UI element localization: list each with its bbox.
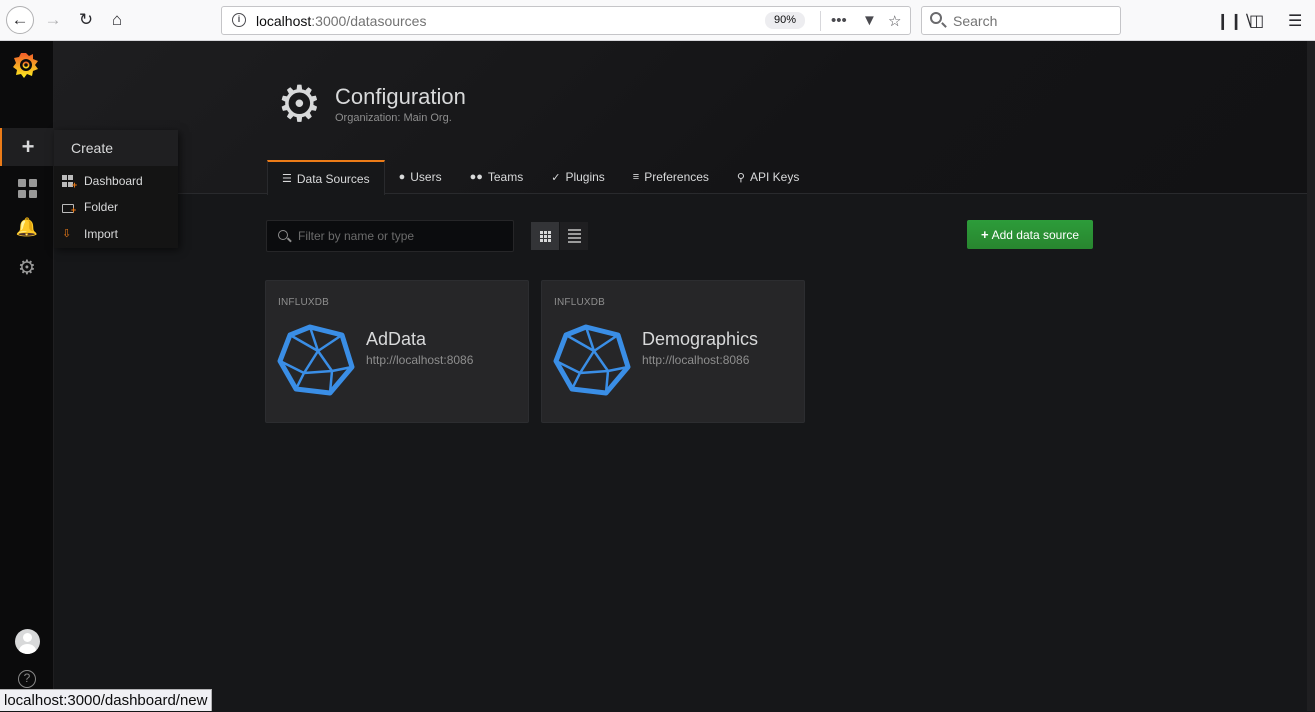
plug-icon: ✓ [551, 171, 561, 184]
list-view-button[interactable] [560, 222, 588, 250]
tab-preferences[interactable]: ≡ Preferences [619, 160, 723, 194]
datasource-name: AdData [366, 329, 427, 349]
hamburger-menu-icon[interactable]: ☰ [1288, 11, 1302, 31]
link-status-bar: localhost:3000/dashboard/new [0, 689, 213, 711]
sidebar-toggle-icon[interactable]: ◫ [1249, 11, 1264, 31]
library-icon[interactable]: ❙❙∖ [1216, 11, 1253, 31]
url-path: :3000/datasources [311, 13, 427, 29]
configuration-gear-icon: ⚙ [277, 76, 322, 132]
url-bar[interactable]: i localhost:3000/datasources 90% ••• ▼ ☆ [221, 6, 911, 35]
key-icon: ⚲ [736, 171, 745, 184]
avatar[interactable] [15, 629, 40, 654]
grid-icon [539, 230, 551, 242]
grid-view-button[interactable] [531, 222, 559, 250]
datasource-card[interactable]: INFLUXDB AdData http://localhost:8086 [265, 280, 529, 423]
tab-teams[interactable]: ●● Teams [456, 160, 538, 194]
gear-icon: ⚙ [18, 256, 36, 279]
users-icon: ●● [469, 171, 483, 183]
page-title: Configuration [335, 84, 466, 109]
bookmark-star-icon[interactable]: ☆ [888, 12, 901, 30]
search-icon [930, 12, 942, 24]
tab-bar: ☰ Data Sources ● Users ●● Teams ✓ Plugins ≡ P… [267, 160, 813, 195]
filter-input[interactable] [298, 222, 508, 250]
info-icon[interactable]: i [232, 13, 246, 27]
help-icon[interactable]: ? [18, 670, 36, 688]
create-dropdown-header: Create [54, 130, 178, 166]
datasource-url: http://localhost:8086 [366, 353, 474, 367]
datasource-name: Demographics [642, 329, 759, 349]
user-icon: ● [398, 171, 406, 183]
more-actions-icon[interactable]: ••• [831, 12, 847, 29]
pocket-icon[interactable]: ▼ [862, 12, 877, 29]
page-scrollbar[interactable] [1307, 41, 1315, 711]
search-placeholder: Search [953, 13, 998, 29]
database-icon: ☰ [282, 173, 292, 185]
tab-users[interactable]: ● Users [385, 160, 456, 194]
url-text[interactable]: localhost:3000/datasources [256, 13, 426, 29]
create-item-label: Folder [84, 200, 119, 214]
back-button[interactable]: ← [6, 6, 34, 34]
influxdb-logo-icon [553, 324, 631, 396]
browser-search[interactable]: Search [921, 6, 1121, 35]
datasource-type: INFLUXDB [278, 297, 330, 308]
tab-label: Preferences [644, 170, 709, 184]
plus-icon: + [21, 134, 35, 159]
create-dropdown: Create + Dashboard + Folder ⇩ Import [54, 130, 178, 248]
folder-icon: + [62, 203, 76, 214]
sidebar-item-dashboards[interactable] [0, 169, 54, 207]
sliders-icon: ≡ [632, 171, 640, 183]
bell-icon: 🔔 [15, 216, 39, 237]
home-button[interactable]: ⌂ [104, 7, 130, 33]
search-icon [278, 230, 288, 240]
datasource-type: INFLUXDB [554, 297, 606, 308]
influxdb-logo-icon [277, 324, 355, 396]
url-host: localhost [256, 13, 312, 29]
sidebar-item-create[interactable]: + [0, 128, 54, 166]
create-item-label: Dashboard [84, 174, 143, 188]
tab-data-sources[interactable]: ☰ Data Sources [267, 160, 385, 195]
tab-label: Teams [487, 170, 524, 184]
zoom-badge[interactable]: 90% [765, 12, 805, 29]
forward-button[interactable]: → [40, 7, 66, 33]
sidebar-item-alerting[interactable]: 🔔 [0, 208, 54, 246]
create-item-label: Import [84, 227, 119, 241]
dashboard-icon: + [62, 175, 77, 190]
create-item-folder[interactable]: + Folder [62, 196, 178, 218]
tab-label: API Keys [749, 170, 800, 184]
url-divider [820, 11, 821, 31]
add-data-source-label: Add data source [991, 227, 1079, 242]
import-icon: ⇩ [62, 228, 72, 240]
page-header: ⚙ Configuration Organization: Main Org. … [54, 41, 1315, 195]
create-title: Create [71, 140, 114, 156]
add-data-source-button[interactable]: + Add data source [967, 220, 1093, 249]
page-subtitle: Organization: Main Org. [335, 112, 452, 124]
tab-label: Users [410, 170, 442, 184]
datasource-card[interactable]: INFLUXDB Demographics http://localhost:8… [541, 280, 805, 423]
browser-toolbar: ← → ↻ ⌂ i localhost:3000/datasources 90%… [0, 0, 1315, 41]
tab-api-keys[interactable]: ⚲ API Keys [723, 160, 813, 194]
datasource-url: http://localhost:8086 [642, 353, 750, 367]
filter-field[interactable] [266, 220, 514, 252]
create-item-dashboard[interactable]: + Dashboard [62, 170, 178, 192]
tab-label: Plugins [565, 170, 605, 184]
dashboards-icon [17, 178, 37, 198]
grafana-logo[interactable] [12, 50, 40, 80]
tab-plugins[interactable]: ✓ Plugins [537, 160, 619, 194]
sidebar-item-configuration[interactable]: ⚙ [0, 248, 54, 286]
sidebar: + 🔔 ⚙ ? [0, 41, 54, 711]
tab-label: Data Sources [296, 171, 370, 186]
create-item-import[interactable]: ⇩ Import [62, 223, 178, 245]
reload-button[interactable]: ↻ [73, 7, 99, 33]
list-icon [567, 229, 581, 243]
plus-icon: + [981, 227, 989, 242]
